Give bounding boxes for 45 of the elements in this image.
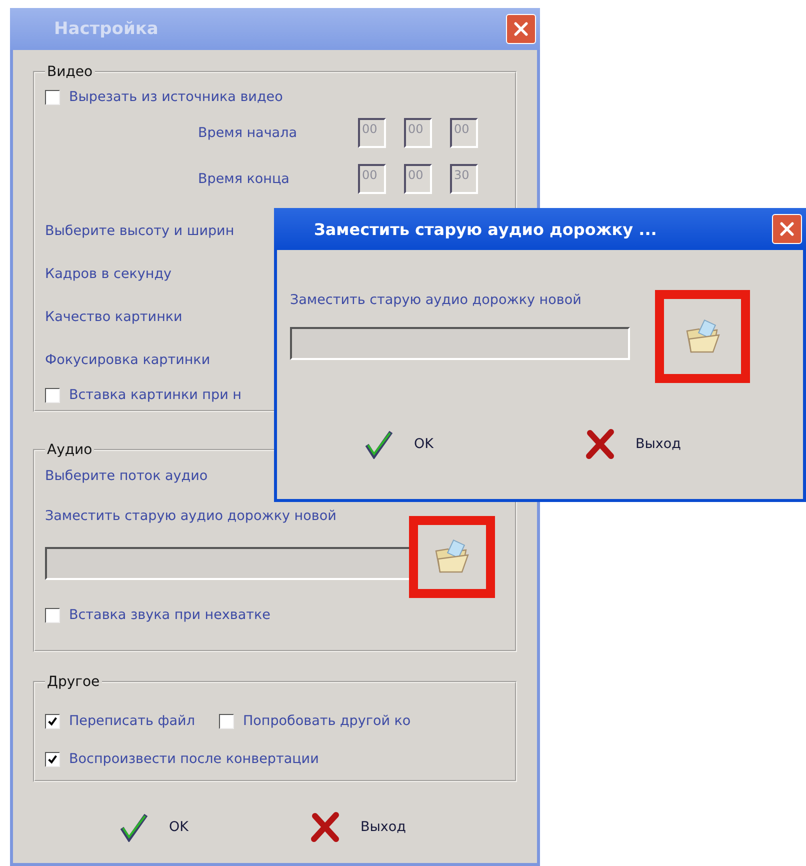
setting-label: Кадров в секунду (45, 265, 172, 284)
setting-label: Качество картинки (45, 308, 182, 327)
cross-icon (310, 812, 340, 842)
exit-button[interactable]: Выход (579, 427, 687, 461)
open-folder-button[interactable] (409, 516, 495, 598)
time-field[interactable]: 00 (450, 118, 478, 148)
group-legend: Видео (45, 64, 95, 80)
time-field[interactable]: 00 (404, 164, 432, 194)
checkbox-label: Попробовать другой ко (242, 713, 411, 729)
open-folder-button[interactable] (655, 290, 750, 383)
window-title: Настройка (54, 19, 158, 39)
ok-button[interactable]: OK (113, 810, 194, 844)
checkbox[interactable] (45, 90, 60, 104)
checkbox[interactable] (218, 714, 234, 728)
checkbox-label: Переписать файл (69, 713, 195, 729)
time-field[interactable]: 00 (358, 118, 386, 148)
exit-button[interactable]: Выход (304, 810, 412, 844)
checkbox[interactable] (45, 714, 60, 728)
checkbox[interactable] (45, 388, 60, 402)
replace-label: Заместить старую аудио дорожку новой (290, 292, 582, 308)
ok-button[interactable]: OK (358, 427, 440, 461)
checkbox[interactable] (45, 608, 60, 622)
close-icon (778, 220, 796, 238)
time-field[interactable]: 30 (450, 164, 478, 194)
time-label: Время начала (198, 125, 298, 141)
group-legend: Аудио (45, 442, 94, 458)
setting-label: Фокусировка картинки (45, 351, 210, 370)
checkbox-label: Вырезать из источника видео (69, 89, 283, 105)
time-field[interactable]: 00 (404, 118, 432, 148)
stream-label: Выберите поток аудио (45, 468, 209, 484)
time-field[interactable]: 00 (358, 164, 386, 194)
time-label: Время конца (198, 171, 290, 187)
setting-label: Выберите высоту и ширин (45, 222, 234, 241)
group-legend: Другое (45, 674, 102, 690)
replace-label: Заместить старую аудио дорожку новой (45, 508, 338, 524)
checkmark-icon (364, 429, 394, 459)
checkmark-icon (119, 812, 149, 842)
close-icon (512, 20, 530, 38)
checkbox-label: Вставка звука при нехватке (69, 607, 270, 623)
cross-icon (585, 429, 616, 459)
close-button[interactable] (772, 214, 802, 244)
dialog-title: Заместить старую аудио дорожку ... (314, 220, 657, 238)
checkbox-label: Вставка картинки при н (69, 387, 242, 403)
checkbox[interactable] (45, 752, 60, 766)
checkbox-label: Воспроизвести после конвертации (69, 751, 319, 767)
